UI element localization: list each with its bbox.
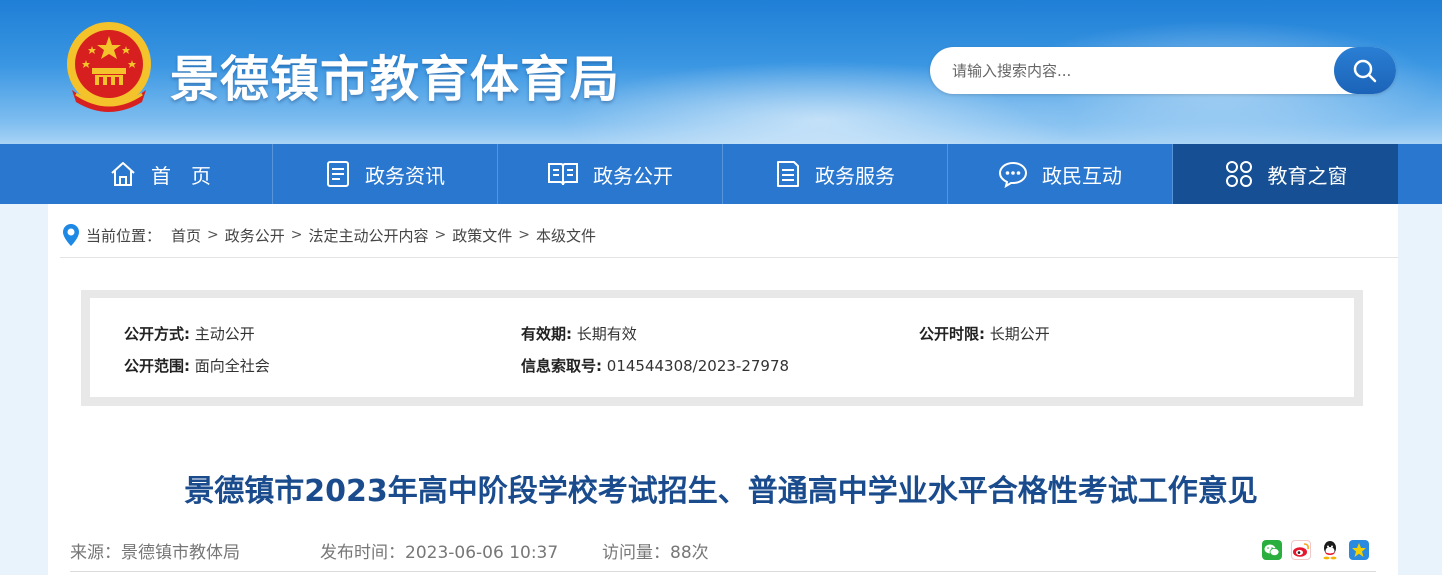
nav-item-home[interactable]: 首 页: [48, 144, 273, 204]
meta-label: 有效期:: [521, 325, 572, 343]
book-icon: [548, 163, 578, 186]
article-title: 景德镇市2023年高中阶段学校考试招生、普通高中学业水平合格性考试工作意见: [184, 474, 1258, 509]
meta-value: 面向全社会: [194, 357, 270, 375]
grid-icon: [1225, 161, 1252, 187]
site-header: 景德镇市教育体育局: [0, 0, 1442, 144]
breadcrumb-separator: >: [207, 227, 219, 243]
info-divider: [70, 571, 1376, 572]
breadcrumb: 当前位置： 首页 > 政务公开 > 法定主动公开内容 > 政策文件 > 本级文件: [62, 222, 596, 248]
breadcrumb-divider: [60, 257, 1398, 258]
article-info-bar: 来源：景德镇市教体局 发布时间：2023-06-06 10:37 访问量：88次: [70, 538, 709, 563]
meta-value: 长期有效: [576, 325, 637, 343]
nav-item-label: 政务资讯: [365, 163, 445, 188]
share-weibo-button[interactable]: [1291, 540, 1311, 560]
nav-item-label: 教育之窗: [1267, 163, 1348, 188]
breadcrumb-item-policy[interactable]: 政策文件: [452, 225, 512, 246]
article-view-count: 访问量：88次: [602, 543, 709, 563]
qzone-icon: [1352, 543, 1366, 557]
nav-item-education[interactable]: 教育之窗: [1173, 144, 1398, 204]
breadcrumb-separator: >: [290, 227, 303, 243]
nav-item-interaction[interactable]: 政民互动: [948, 144, 1173, 204]
chat-icon: [998, 161, 1028, 188]
meta-label: 公开方式:: [124, 325, 190, 343]
breadcrumb-item-public-affairs[interactable]: 政务公开: [225, 225, 285, 246]
news-icon: [327, 161, 349, 187]
meta-value: 主动公开: [194, 325, 255, 343]
meta-box: [90, 298, 1354, 397]
national-emblem-icon: [67, 22, 151, 112]
meta-index-number: 信息索取号: 014544308/2023-27978: [521, 355, 789, 376]
nav-item-label: 政务服务: [815, 163, 895, 188]
breadcrumb-item-home[interactable]: 首页: [171, 225, 201, 246]
search-icon: [1353, 59, 1377, 82]
wechat-icon: [1264, 544, 1280, 556]
document-icon: [777, 161, 799, 187]
nav-item-services[interactable]: 政务服务: [723, 144, 948, 204]
breadcrumb-item-statutory[interactable]: 法定主动公开内容: [309, 225, 429, 246]
meta-value: 014544308/2023-27978: [606, 357, 790, 375]
share-qq-button[interactable]: [1320, 540, 1340, 560]
location-pin-icon: [63, 224, 79, 246]
nav-item-news[interactable]: 政务资讯: [273, 144, 498, 204]
breadcrumb-prefix: 当前位置：: [86, 226, 162, 245]
nav-item-label: 政民互动: [1042, 163, 1122, 188]
share-qzone-button[interactable]: [1349, 540, 1369, 560]
meta-value: 长期公开: [989, 325, 1050, 343]
nav-item-public-affairs[interactable]: 政务公开: [498, 144, 723, 204]
nav-item-label: 首 页: [151, 163, 211, 188]
home-icon: [111, 162, 135, 186]
share-wechat-button[interactable]: [1262, 540, 1282, 560]
site-title: 景德镇市教育体育局: [170, 51, 621, 108]
meta-disclosure-time: 公开时限: 长期公开: [919, 323, 1050, 344]
meta-disclosure-method: 公开方式: 主动公开: [124, 323, 255, 344]
meta-disclosure-scope: 公开范围: 面向全社会: [124, 355, 270, 376]
main-nav: 首 页 政务资讯 政务公开 政务服务 政民互动 教育之窗: [0, 144, 1442, 204]
meta-label: 公开时限:: [919, 325, 985, 343]
search-input[interactable]: [952, 59, 1332, 83]
article-publish-time: 发布时间：2023-06-06 10:37: [320, 543, 559, 563]
meta-label: 信息索取号:: [521, 357, 602, 375]
meta-validity: 有效期: 长期有效: [521, 323, 637, 344]
breadcrumb-separator: >: [518, 227, 531, 243]
breadcrumb-separator: >: [434, 227, 447, 243]
weibo-icon: [1293, 543, 1309, 557]
search-button[interactable]: [1334, 47, 1396, 94]
meta-label: 公开范围:: [124, 357, 190, 375]
article-source: 来源：景德镇市教体局: [70, 543, 240, 563]
qq-icon: [1323, 541, 1337, 560]
breadcrumb-item-local[interactable]: 本级文件: [536, 225, 596, 246]
search-box: [930, 47, 1396, 94]
nav-item-label: 政务公开: [593, 163, 673, 188]
